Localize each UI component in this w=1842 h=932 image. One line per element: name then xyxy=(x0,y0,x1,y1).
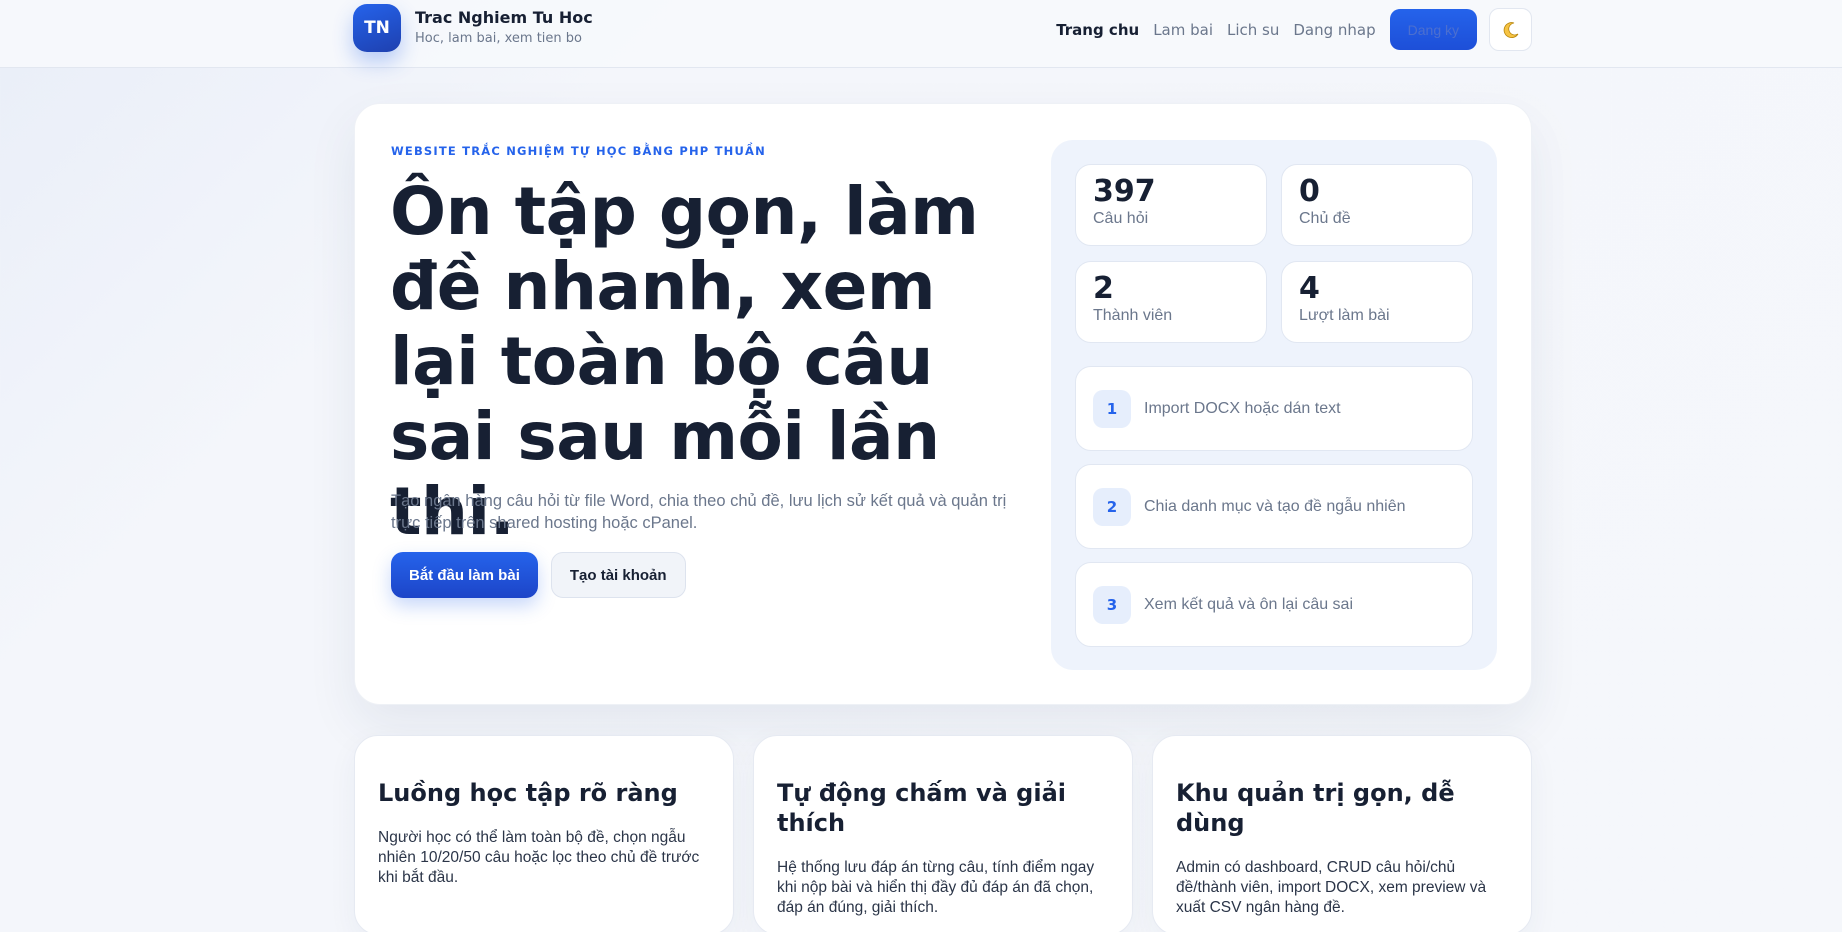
hero-eyebrow: WEBSITE TRẮC NGHIỆM TỰ HỌC BẰNG PHP THUẦ… xyxy=(391,144,766,158)
stat-label: Chủ đề xyxy=(1299,210,1351,227)
feature-title: Tự động chấm và giải thích xyxy=(777,779,1066,837)
brand-subtitle: Hoc, lam bai, xem tien bo xyxy=(415,31,582,46)
nav-home[interactable]: Trang chu xyxy=(1056,21,1139,39)
top-navbar: TN Trac Nghiem Tu Hoc Hoc, lam bai, xem … xyxy=(0,0,1842,68)
create-account-button[interactable]: Tạo tài khoản xyxy=(550,552,686,598)
feature-description: Admin có dashboard, CRUD câu hỏi/chủ đề/… xyxy=(1176,859,1487,916)
step-item: 1 Import DOCX hoặc dán text xyxy=(1075,366,1473,451)
step-text: Import DOCX hoặc dán text xyxy=(1144,399,1341,417)
step-number: 2 xyxy=(1093,487,1131,526)
logo[interactable]: TN xyxy=(353,4,401,52)
stat-label: Thành viên xyxy=(1093,307,1173,324)
stat-questions: 397 Câu hỏi xyxy=(1075,164,1267,246)
step-text: Chia danh mục và tạo đề ngẫu nhiên xyxy=(1144,497,1406,515)
step-item: 3 Xem kết quả và ôn lại câu sai xyxy=(1075,562,1473,647)
stat-topics: 0 Chủ đề xyxy=(1281,164,1473,246)
step-number: 3 xyxy=(1093,585,1131,624)
theme-toggle-button[interactable] xyxy=(1489,8,1532,51)
step-item: 2 Chia danh mục và tạo đề ngẫu nhiên xyxy=(1075,464,1473,549)
step-number: 1 xyxy=(1093,389,1131,428)
stats-panel: 397 Câu hỏi 0 Chủ đề 2 Thành viên 4 Lượt… xyxy=(1051,140,1497,670)
feature-card-learning-flow: Luồng học tập rõ ràng Người học có thể l… xyxy=(354,735,734,932)
main-nav: Trang chu Lam bai Lich su Dang nhap Dang… xyxy=(1056,8,1532,51)
nav-take-test[interactable]: Lam bai xyxy=(1153,21,1213,39)
nav-history[interactable]: Lich su xyxy=(1227,21,1279,39)
feature-description: Hệ thống lưu đáp án từng câu, tính điểm … xyxy=(777,859,1095,916)
stat-value: 0 xyxy=(1299,174,1320,209)
stat-attempts: 4 Lượt làm bài xyxy=(1281,261,1473,343)
feature-card-admin: Khu quản trị gọn, dễ dùng Admin có dashb… xyxy=(1152,735,1532,932)
stat-value: 4 xyxy=(1299,271,1320,306)
moon-icon xyxy=(1503,21,1518,38)
feature-description: Người học có thể làm toàn bộ đề, chọn ng… xyxy=(378,829,700,886)
brand-title[interactable]: Trac Nghiem Tu Hoc xyxy=(415,8,593,28)
nav-login[interactable]: Dang nhap xyxy=(1293,21,1375,39)
feature-title: Luồng học tập rõ ràng xyxy=(378,779,678,807)
feature-card-auto-grading: Tự động chấm và giải thích Hệ thống lưu … xyxy=(753,735,1133,932)
hero-card: WEBSITE TRẮC NGHIỆM TỰ HỌC BẰNG PHP THUẦ… xyxy=(354,103,1532,705)
hero-description: Tạo ngân hàng câu hỏi từ file Word, chia… xyxy=(391,492,1007,532)
step-text: Xem kết quả và ôn lại câu sai xyxy=(1144,595,1354,613)
feature-title: Khu quản trị gọn, dễ dùng xyxy=(1176,779,1455,837)
stat-value: 397 xyxy=(1093,174,1156,209)
stat-label: Lượt làm bài xyxy=(1299,307,1390,324)
stat-label: Câu hỏi xyxy=(1093,210,1149,227)
brand-text: Trac Nghiem Tu Hoc Hoc, lam bai, xem tie… xyxy=(415,8,593,48)
brand[interactable]: TN Trac Nghiem Tu Hoc Hoc, lam bai, xem … xyxy=(353,4,593,52)
hero-actions: Bắt đầu làm bài Tạo tài khoản xyxy=(391,552,686,598)
stat-value: 2 xyxy=(1093,271,1114,306)
register-button[interactable]: Dang ky xyxy=(1389,9,1477,50)
start-test-button[interactable]: Bắt đầu làm bài xyxy=(391,552,538,598)
stat-members: 2 Thành viên xyxy=(1075,261,1267,343)
